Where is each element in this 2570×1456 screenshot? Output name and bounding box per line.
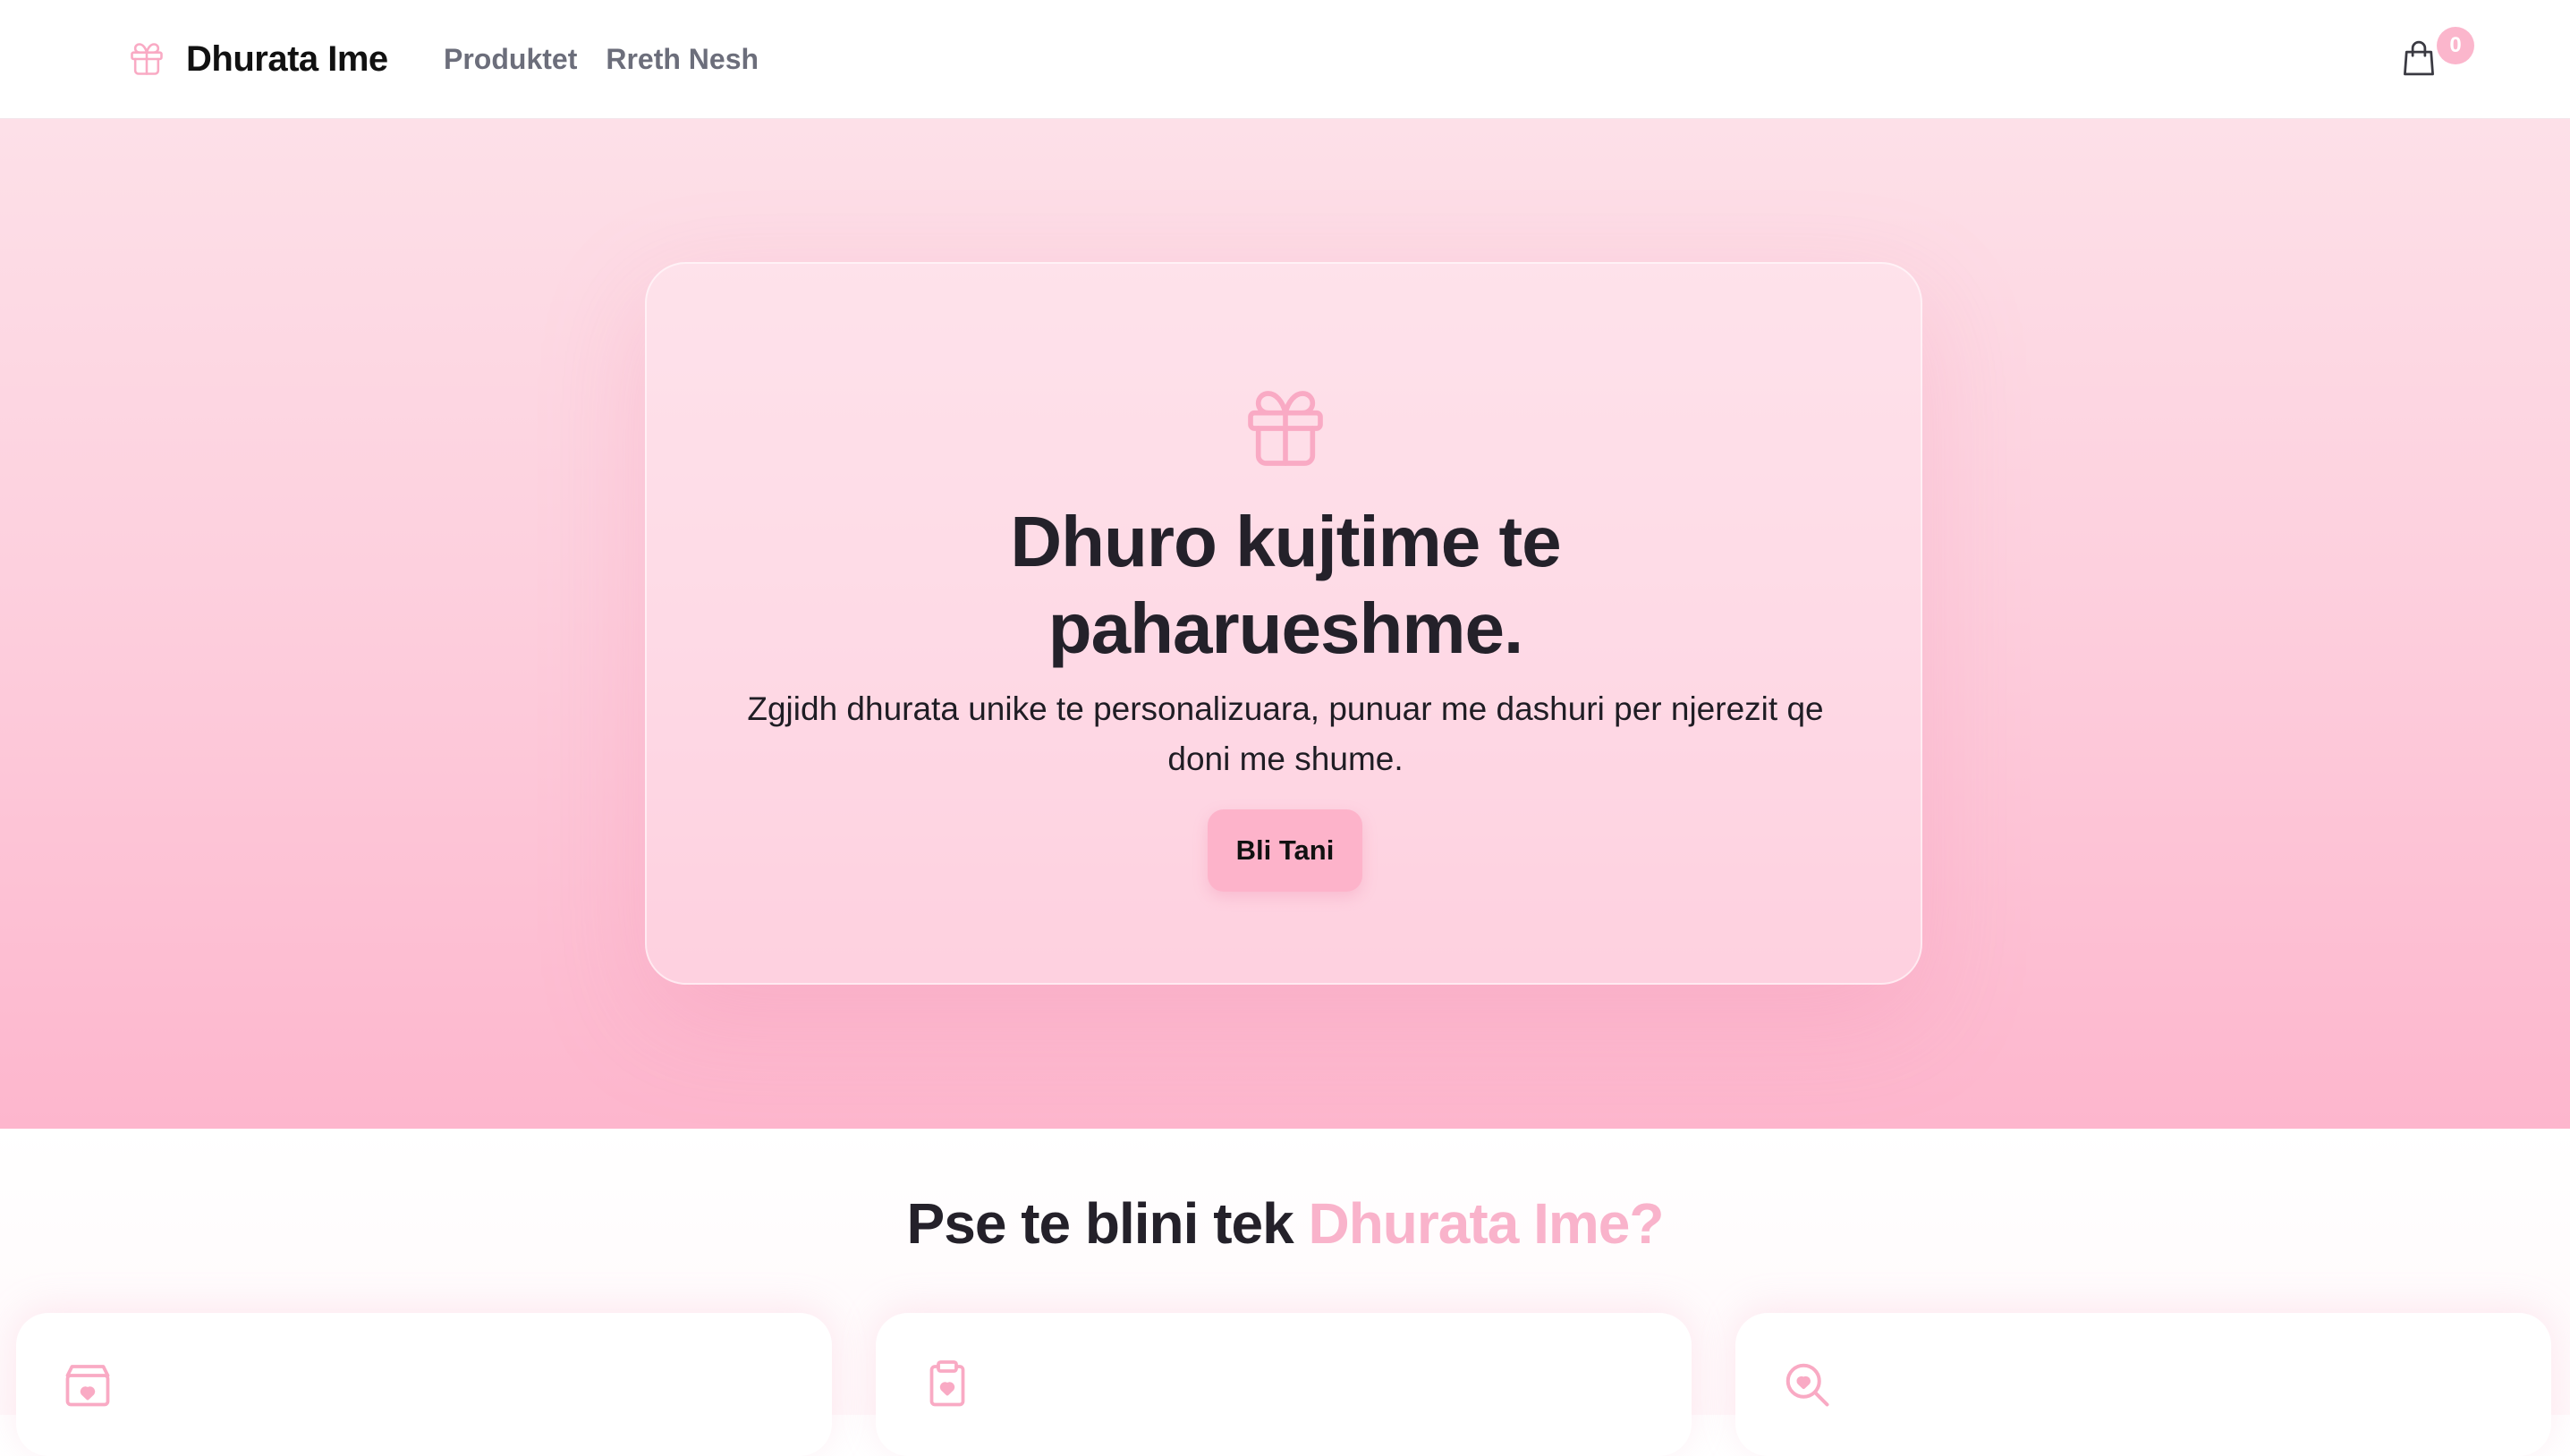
feature-card [876,1313,1692,1456]
gift-icon [1248,391,1323,466]
brand-logo-link[interactable]: Dhurata Ime [127,34,388,84]
feature-card [16,1313,832,1456]
feature-card [1735,1313,2551,1456]
features-section: Pse te blini tek Dhurata Ime? [0,1129,2570,1456]
features-title-accent: Dhurata Ime? [1308,1191,1664,1256]
cart-count-badge: 0 [2437,27,2474,64]
shopping-bag-icon [2404,40,2434,76]
main-nav: Produktet Rreth Nesh [444,34,759,84]
shop-now-button[interactable]: Bli Tani [1208,809,1362,892]
gift-icon [131,43,163,75]
hero-title-line-1: Dhuro kujtime te [1010,502,1561,581]
nav-link-rreth-nesh[interactable]: Rreth Nesh [606,43,759,76]
features-title: Pse te blini tek Dhurata Ime? [0,1189,2570,1257]
search-heart-icon [1785,1363,1829,1407]
clipboard-heart-icon [929,1360,965,1407]
hero-title: Dhuro kujtime te paharueshme. [647,498,1924,672]
site-header: Dhurata Ime Produktet Rreth Nesh 0 [0,0,2570,119]
hero-subtitle: Zgjidh dhurata unike te personalizuara, … [747,690,1824,777]
features-title-prefix: Pse te blini tek [906,1191,1309,1256]
hero-title-line-2: paharueshme. [1048,588,1523,668]
cart-button[interactable]: 0 [2397,27,2474,80]
brand-name: Dhurata Ime [186,38,388,79]
hero-card: Dhuro kujtime te paharueshme. Zgjidh dhu… [645,262,1922,985]
nav-link-produktet[interactable]: Produktet [444,43,577,76]
box-heart-icon [65,1365,110,1407]
hero-section: Dhuro kujtime te paharueshme. Zgjidh dhu… [0,119,2570,1129]
